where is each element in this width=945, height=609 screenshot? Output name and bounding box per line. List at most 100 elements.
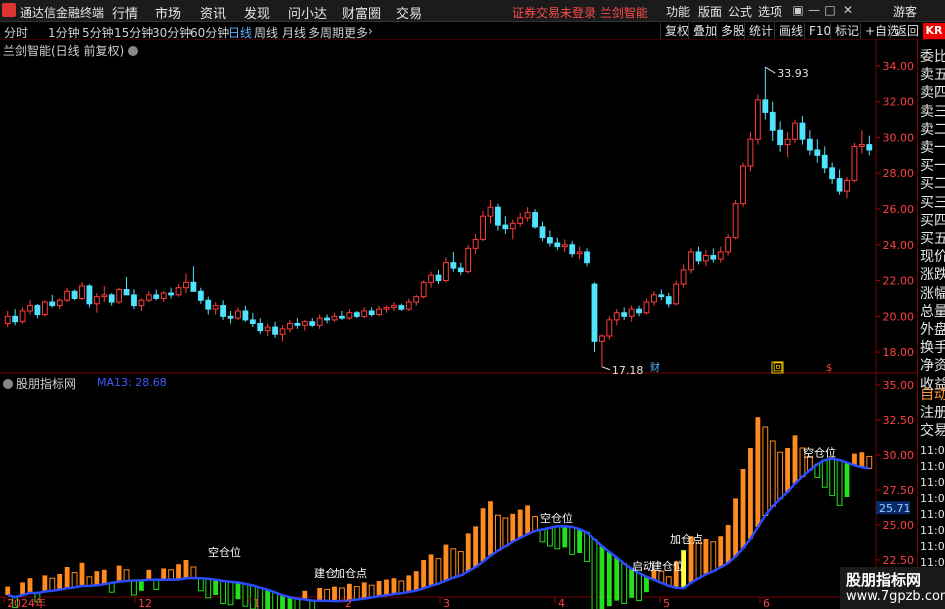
- menu-function[interactable]: 功能: [666, 3, 690, 20]
- side-bottom-item[interactable]: 自动: [920, 384, 945, 404]
- side-item[interactable]: 买一: [920, 155, 945, 175]
- period-30min[interactable]: 30分钟: [152, 24, 191, 41]
- side-item[interactable]: 外盘: [920, 319, 945, 339]
- side-item[interactable]: 委比: [920, 46, 945, 66]
- period-multi[interactable]: 多周期: [308, 24, 344, 41]
- period-60min[interactable]: 60分钟: [190, 24, 229, 41]
- side-item[interactable]: 卖三: [920, 101, 945, 121]
- side-item[interactable]: 买三: [920, 192, 945, 212]
- indicator-bar: [755, 417, 761, 528]
- indicator-bar: [629, 568, 635, 598]
- indicator-bar: [725, 525, 731, 564]
- maximize-icon[interactable]: □: [822, 2, 838, 18]
- candle-body: [621, 312, 628, 317]
- xtick-label: 12: [138, 597, 152, 609]
- quote-side-panel: 委比 卖五 卖四 卖三 卖二 卖一 买一 买二 买三 买四 买五 现价 涨跌 涨幅 总量 外盘 换手 净资 收益 自动…: [917, 40, 945, 609]
- period-more[interactable]: 更多: [344, 24, 368, 41]
- indicator-bar: [101, 569, 107, 585]
- chevron-right-icon[interactable]: ›: [368, 24, 373, 38]
- indicator-bar: [480, 508, 486, 562]
- menu-news[interactable]: 资讯: [200, 3, 226, 22]
- candle-body: [576, 251, 583, 255]
- indicator-bar: [324, 588, 331, 602]
- side-bottom-item[interactable]: 注册: [920, 402, 945, 422]
- side-item[interactable]: 卖二: [920, 119, 945, 139]
- menu-discover[interactable]: 发现: [244, 3, 270, 22]
- indicator-bar: [116, 565, 122, 582]
- minimize-icon[interactable]: —: [806, 2, 822, 18]
- candle-body: [227, 315, 234, 319]
- period-1min[interactable]: 1分钟: [48, 24, 80, 41]
- candle-body: [829, 167, 836, 180]
- candle-body: [34, 305, 41, 316]
- side-time: 11:05: [920, 524, 945, 537]
- skin-icon[interactable]: ▣: [790, 2, 806, 18]
- xtick-label: 4: [558, 597, 565, 609]
- candle-body: [235, 310, 241, 319]
- side-item[interactable]: 涨跌: [920, 264, 945, 284]
- candle-body: [754, 99, 761, 140]
- close-icon[interactable]: ✕: [840, 2, 856, 18]
- period-monthly[interactable]: 月线: [282, 24, 306, 41]
- candle-body: [145, 294, 152, 301]
- side-item[interactable]: 总量: [920, 301, 945, 321]
- candle-body: [324, 317, 331, 321]
- indicator-bar: [287, 597, 293, 609]
- indicator-annotation: 加仓点: [334, 566, 367, 580]
- indicator-bar: [376, 581, 382, 597]
- candle-body: [153, 294, 160, 299]
- candle-body: [792, 122, 798, 140]
- indicator-bar: [836, 459, 843, 506]
- side-item[interactable]: 净资: [920, 355, 945, 375]
- candle-body: [331, 315, 338, 321]
- indicator-bar: [161, 568, 167, 580]
- candle-body: [472, 238, 479, 249]
- menu-options[interactable]: 选项: [758, 3, 782, 20]
- period-daily[interactable]: 日线: [228, 24, 252, 41]
- indicator-bar: [829, 458, 836, 497]
- side-item[interactable]: 买四: [920, 210, 945, 230]
- indicator-bar: [265, 589, 271, 609]
- user-label[interactable]: 游客: [893, 3, 917, 20]
- menu-formula[interactable]: 公式: [728, 3, 752, 20]
- period-timeshare[interactable]: 分时: [4, 24, 28, 41]
- side-item[interactable]: 卖四: [920, 82, 945, 102]
- ind-ytick-label: 32.50: [883, 414, 915, 427]
- side-item[interactable]: 卖一: [920, 137, 945, 157]
- event-marker: 回: [773, 362, 783, 374]
- menu-ask[interactable]: 问小达: [288, 3, 327, 22]
- candle-body: [613, 312, 620, 321]
- tool-back[interactable]: 返回: [890, 23, 923, 39]
- indicator-bar: [710, 541, 717, 572]
- indicator-bar: [785, 448, 790, 492]
- indicator-bar: [502, 517, 509, 547]
- menu-market[interactable]: 市场: [155, 3, 181, 22]
- side-item[interactable]: 换手: [920, 337, 945, 357]
- indicator-bar: [235, 582, 241, 600]
- menu-trade[interactable]: 交易: [396, 3, 422, 22]
- indicator-bar: [718, 536, 724, 568]
- period-weekly[interactable]: 周线: [254, 24, 278, 41]
- period-15min[interactable]: 15分钟: [114, 24, 153, 41]
- period-5min[interactable]: 5分钟: [82, 24, 114, 41]
- menu-layout[interactable]: 版面: [698, 3, 722, 20]
- side-item[interactable]: 买五: [920, 228, 945, 248]
- side-item[interactable]: 现价: [920, 246, 945, 266]
- side-bottom-item[interactable]: 交易: [920, 420, 945, 440]
- menu-quotes[interactable]: 行情: [112, 3, 138, 22]
- side-item[interactable]: 卖五: [920, 64, 945, 84]
- kr-badge[interactable]: KR: [923, 23, 945, 39]
- side-item[interactable]: 买二: [920, 173, 945, 193]
- candle-body: [650, 294, 657, 303]
- menu-wealth[interactable]: 财富圈: [342, 3, 381, 22]
- tool-stats[interactable]: 统计: [744, 23, 777, 39]
- side-item[interactable]: 涨幅: [920, 283, 945, 303]
- indicator-bar: [71, 572, 78, 588]
- indicator-bar: [450, 548, 457, 579]
- candle-body: [79, 285, 85, 299]
- indicator-bar: [621, 563, 628, 604]
- tool-draw[interactable]: 画线: [774, 23, 807, 39]
- tool-mark[interactable]: 标记: [830, 23, 863, 39]
- candle-body: [294, 322, 301, 326]
- stock-chart[interactable]: 34.00 32.00 30.00 28.00 26.00 24.00 22.00 20.00…: [0, 40, 917, 609]
